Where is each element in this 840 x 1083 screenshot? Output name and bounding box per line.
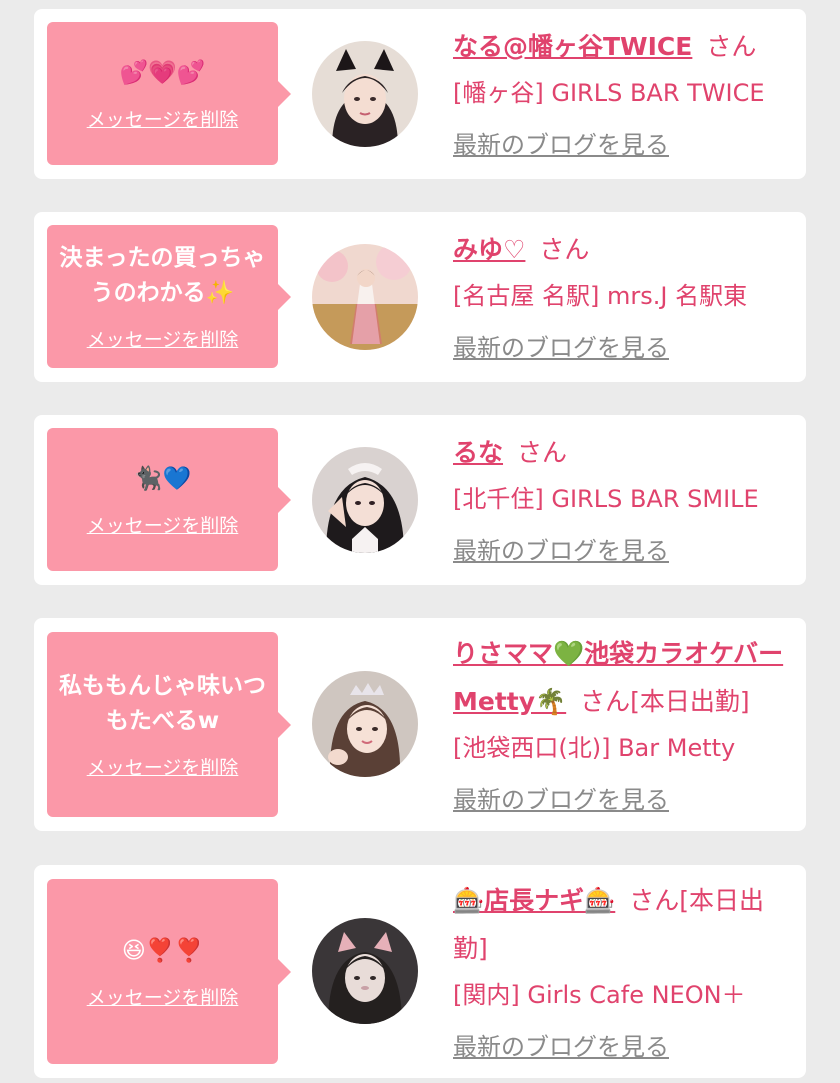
user-info: みゆ♡ さん [名古屋 名駅] mrs.J 名駅東 最新のブログを見る <box>453 226 798 363</box>
message-text: 💕💗💕 <box>119 59 206 86</box>
shop-info: [関内] Girls Cafe NEON＋ <box>453 981 746 1009</box>
user-name-link[interactable]: なる@幡ヶ谷TWICE <box>453 32 692 61</box>
list-item: 😆❣️❣️ メッセージを削除 🎰店長ナギ🎰 さん[本日出勤] [関内] Girls… <box>34 865 806 1078</box>
delete-message-link[interactable]: メッセージを削除 <box>87 105 239 132</box>
message-bubble: 決まったの買っちゃうのわかる✨ メッセージを削除 <box>47 225 291 368</box>
honorific: さん <box>517 438 568 467</box>
shop-info: [北千住] GIRLS BAR SMILE <box>453 485 759 513</box>
avatar-image <box>312 918 418 1024</box>
shop-info: [池袋西口(北)] Bar Metty <box>453 734 736 762</box>
user-info: 🎰店長ナギ🎰 さん[本日出勤] [関内] Girls Cafe NEON＋ 最新の… <box>453 877 798 1062</box>
message-bubble: 💕💗💕 メッセージを削除 <box>47 22 291 165</box>
avatar-image <box>312 447 418 553</box>
view-blog-link[interactable]: 最新のブログを見る <box>453 1027 669 1062</box>
message-text: 私ももんじゃ味いつもたべるw <box>59 673 266 734</box>
view-blog-link[interactable]: 最新のブログを見る <box>453 531 669 566</box>
delete-message-link[interactable]: メッセージを削除 <box>87 753 239 780</box>
avatar[interactable] <box>312 244 418 350</box>
shop-info: [幡ヶ谷] GIRLS BAR TWICE <box>453 79 765 107</box>
message-text: 🐈‍⬛💙 <box>133 465 192 492</box>
user-info: りさママ💚池袋カラオケバーMetty🌴 さん[本日出勤] [池袋西口(北)] Ba… <box>453 630 798 815</box>
delete-message-link[interactable]: メッセージを削除 <box>87 983 239 1010</box>
avatar[interactable] <box>312 41 418 147</box>
delete-message-link[interactable]: メッセージを削除 <box>87 325 239 352</box>
message-bubble: 🐈‍⬛💙 メッセージを削除 <box>47 428 291 571</box>
honorific: さん <box>706 32 757 61</box>
user-name-link[interactable]: みゆ♡ <box>453 235 525 264</box>
message-list: 💕💗💕 メッセージを削除 なる@幡ヶ谷TWICE さん [幡ヶ谷] GIRLS B… <box>0 0 840 1083</box>
list-item: 🐈‍⬛💙 メッセージを削除 るな さん [北千住] GIRLS BAR SMILE… <box>34 415 806 585</box>
avatar[interactable] <box>312 918 418 1024</box>
avatar[interactable] <box>312 671 418 777</box>
shop-info: [名古屋 名駅] mrs.J 名駅東 <box>453 282 748 310</box>
avatar-image <box>312 671 418 777</box>
message-text: 😆❣️❣️ <box>121 937 204 964</box>
view-blog-link[interactable]: 最新のブログを見る <box>453 125 669 160</box>
message-text: 決まったの買っちゃうのわかる✨ <box>59 245 266 306</box>
avatar[interactable] <box>312 447 418 553</box>
list-item: 💕💗💕 メッセージを削除 なる@幡ヶ谷TWICE さん [幡ヶ谷] GIRLS B… <box>34 9 806 179</box>
view-blog-link[interactable]: 最新のブログを見る <box>453 328 669 363</box>
view-blog-link[interactable]: 最新のブログを見る <box>453 780 669 815</box>
user-info: なる@幡ヶ谷TWICE さん [幡ヶ谷] GIRLS BAR TWICE 最新のブ… <box>453 23 798 160</box>
honorific: さん <box>539 235 590 264</box>
user-name-link[interactable]: 🎰店長ナギ🎰 <box>453 886 615 915</box>
avatar-image <box>312 41 418 147</box>
list-item: 決まったの買っちゃうのわかる✨ メッセージを削除 みゆ♡ さん [名古屋 名駅] … <box>34 212 806 382</box>
honorific: さん[本日出勤] <box>580 687 750 716</box>
user-info: るな さん [北千住] GIRLS BAR SMILE 最新のブログを見る <box>453 429 798 566</box>
avatar-image <box>312 244 418 350</box>
message-bubble: 😆❣️❣️ メッセージを削除 <box>47 879 291 1064</box>
message-bubble: 私ももんじゃ味いつもたべるw メッセージを削除 <box>47 632 291 817</box>
delete-message-link[interactable]: メッセージを削除 <box>87 511 239 538</box>
list-item: 私ももんじゃ味いつもたべるw メッセージを削除 りさママ💚池袋カラオケバーMet… <box>34 618 806 831</box>
user-name-link[interactable]: るな <box>453 438 503 467</box>
